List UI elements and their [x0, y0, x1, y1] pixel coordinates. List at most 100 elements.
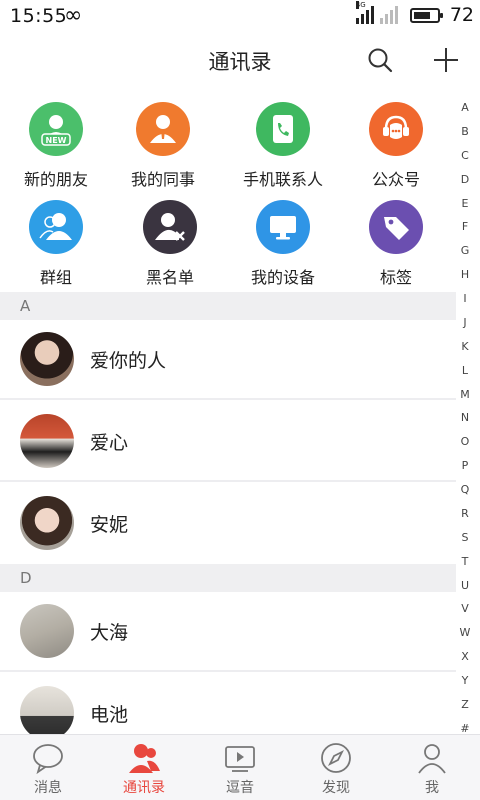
index-letter[interactable]: A	[461, 102, 469, 113]
entry-devices[interactable]: 我的设备	[227, 200, 339, 288]
battery-fill	[413, 11, 430, 19]
signal-icon: 4G	[355, 1, 374, 24]
contact-row[interactable]: 爱你的人	[0, 320, 456, 400]
contact-row[interactable]: 电池	[0, 674, 456, 740]
search-icon[interactable]	[366, 46, 394, 74]
network-type-label: 4G	[355, 1, 366, 9]
entry-label: 黑名单	[145, 268, 194, 287]
status-bar: 15:55 ∞ 4G 72	[0, 0, 480, 30]
index-letter[interactable]: H	[461, 269, 469, 280]
contact-name: 安妮	[90, 514, 129, 536]
tab-discover[interactable]: 发现	[288, 735, 384, 800]
index-letter[interactable]: E	[462, 198, 469, 209]
page-title: 通讯录	[208, 50, 272, 74]
index-letter[interactable]: M	[460, 389, 470, 400]
entry-new-friends[interactable]: NEW 新的朋友	[0, 102, 112, 190]
index-letter[interactable]: N	[461, 412, 469, 423]
infinity-icon: ∞	[64, 3, 83, 28]
index-letter[interactable]: G	[461, 245, 470, 256]
section-header: A	[0, 292, 456, 320]
contact-row[interactable]: 大海	[0, 592, 456, 672]
avatar	[20, 496, 74, 550]
contact-row[interactable]: 安妮	[0, 484, 456, 564]
tab-contacts[interactable]: 通讯录	[96, 735, 192, 800]
index-letter[interactable]: L	[462, 365, 468, 376]
public-account-icon	[369, 102, 423, 156]
index-letter[interactable]: Q	[461, 484, 470, 495]
alphabet-index[interactable]: A B C D E F G H I J K L M N O P Q R S T U V W X Y Z #	[454, 102, 476, 734]
index-letter[interactable]: R	[461, 508, 469, 519]
contact-name: 爱心	[90, 432, 129, 454]
tag-icon	[369, 200, 423, 254]
tab-label: 通讯录	[123, 780, 165, 796]
tab-bar: 消息 通讯录 逗音 发现 我	[0, 734, 480, 800]
status-indicators: 4G 72	[355, 1, 474, 26]
index-letter[interactable]: W	[460, 627, 471, 638]
message-icon	[33, 744, 63, 775]
blacklist-icon	[143, 200, 197, 254]
signal-secondary-icon	[379, 6, 398, 24]
entry-label: 我的同事	[130, 170, 195, 189]
battery-percentage: 72	[449, 4, 474, 26]
quick-entry-grid: NEW 新的朋友 我的同事 手机联系人 公众号 群组 黑名单 我的设备 标签	[0, 92, 456, 290]
entry-label: 新的朋友	[23, 170, 88, 189]
section-letter: D	[20, 569, 32, 587]
colleague-icon	[136, 102, 190, 156]
index-letter[interactable]: #	[460, 723, 469, 734]
entry-label: 标签	[379, 268, 412, 287]
entry-phone-contacts[interactable]: 手机联系人	[227, 102, 339, 190]
group-icon	[29, 200, 83, 254]
tab-label: 发现	[322, 780, 350, 796]
avatar	[20, 332, 74, 386]
add-icon[interactable]	[432, 46, 460, 74]
compass-icon	[321, 743, 351, 773]
contacts-icon	[129, 744, 160, 773]
tab-messages[interactable]: 消息	[0, 735, 96, 800]
tab-label: 消息	[34, 780, 62, 796]
index-letter[interactable]: J	[463, 317, 466, 328]
index-letter[interactable]: V	[461, 603, 469, 614]
contact-name: 电池	[90, 704, 129, 726]
entry-colleagues[interactable]: 我的同事	[107, 102, 219, 190]
tab-video[interactable]: 逗音	[192, 735, 288, 800]
entry-label: 公众号	[371, 170, 420, 189]
tab-me[interactable]: 我	[384, 735, 480, 800]
section-header: D	[0, 564, 456, 592]
entry-groups[interactable]: 群组	[0, 200, 112, 288]
index-letter[interactable]: D	[461, 174, 469, 185]
index-letter[interactable]: C	[461, 150, 469, 161]
index-letter[interactable]: B	[461, 126, 469, 137]
contact-name: 爱你的人	[90, 350, 167, 372]
entry-tags[interactable]: 标签	[340, 200, 452, 288]
tab-label: 我	[425, 780, 439, 796]
index-letter[interactable]: S	[462, 532, 469, 543]
index-letter[interactable]: K	[461, 341, 468, 352]
phone-contacts-icon	[256, 102, 310, 156]
index-letter[interactable]: Y	[462, 675, 469, 686]
nav-bar: 通讯录	[0, 30, 480, 92]
index-letter[interactable]: F	[462, 221, 468, 232]
video-icon	[225, 746, 255, 772]
avatar	[20, 604, 74, 658]
index-letter[interactable]: X	[461, 651, 469, 662]
index-letter[interactable]: T	[462, 556, 469, 567]
entry-public-accounts[interactable]: 公众号	[340, 102, 452, 190]
entry-label: 手机联系人	[242, 170, 323, 189]
entry-label: 我的设备	[250, 268, 315, 287]
index-letter[interactable]: P	[462, 460, 469, 471]
index-letter[interactable]: U	[461, 580, 469, 591]
index-letter[interactable]: Z	[461, 699, 469, 710]
new-badge-text: NEW	[46, 136, 67, 145]
new-friend-icon: NEW	[29, 102, 83, 156]
entry-label: 群组	[39, 268, 72, 287]
avatar	[20, 414, 74, 468]
entry-blacklist[interactable]: 黑名单	[114, 200, 226, 288]
status-time: 15:55	[10, 5, 68, 27]
index-letter[interactable]: I	[463, 293, 466, 304]
avatar	[20, 686, 74, 740]
contact-row[interactable]: 爱心	[0, 402, 456, 482]
battery-icon	[409, 7, 443, 23]
contact-name: 大海	[90, 622, 129, 644]
tab-label: 逗音	[226, 780, 254, 796]
index-letter[interactable]: O	[461, 436, 470, 447]
